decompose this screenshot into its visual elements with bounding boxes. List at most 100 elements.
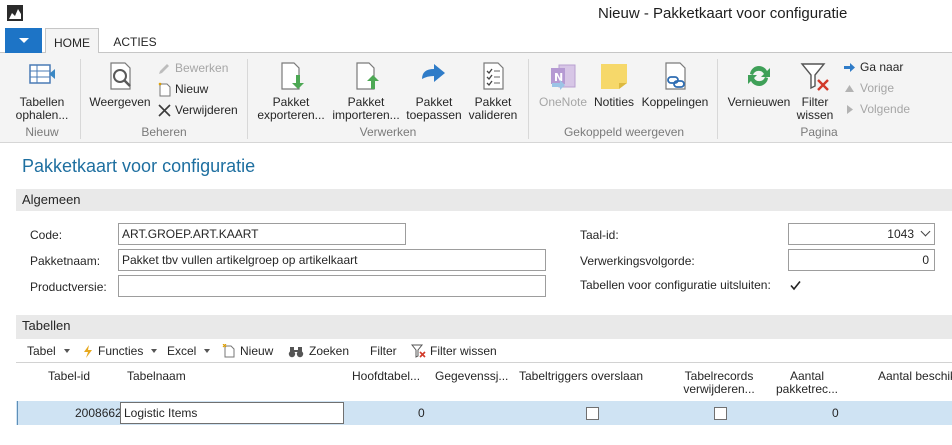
tabel-filter-wissen-label: Filter wissen <box>430 344 497 358</box>
filter-button[interactable]: Filter <box>370 344 397 358</box>
application-menu-button[interactable] <box>5 28 42 53</box>
column-header-tabeltriggers[interactable]: Tabeltriggers overslaan <box>519 370 643 383</box>
chevron-down-icon <box>920 226 931 237</box>
triangle-up-icon <box>842 81 857 96</box>
section-header-tabellen[interactable]: Tabellen <box>16 315 952 339</box>
clear-filter-icon <box>798 59 832 93</box>
refresh-icon <box>742 59 776 93</box>
tabellen-ophalen-label-2: ophalen... <box>15 108 69 122</box>
links-chain-icon <box>658 59 692 93</box>
column-header-tabelnaam[interactable]: Tabelnaam <box>127 370 186 383</box>
onenote-label: OneNote <box>538 95 588 109</box>
tabel-nieuw-label: Nieuw <box>240 344 274 358</box>
apply-arrow-icon <box>417 59 451 93</box>
filter-label: Filter <box>370 344 397 358</box>
verwerkingsvolgorde-field[interactable]: 0 <box>788 249 935 271</box>
column-header-hoofdtabel[interactable]: Hoofdtabel... <box>352 370 420 383</box>
taal-id-label: Taal-id: <box>580 228 619 242</box>
taal-id-select[interactable]: 1043 <box>788 223 935 245</box>
weergeven-button[interactable]: Weergeven <box>88 59 152 109</box>
column-header-aantal-pakketrecords[interactable]: Aantal pakketrec... <box>772 370 842 396</box>
group-label-pagina: Pagina <box>800 125 838 139</box>
clear-filter-icon <box>411 344 426 358</box>
column-header-label: verwijderen... <box>683 382 755 396</box>
cell-hoofdtabel[interactable]: 0 <box>418 406 425 420</box>
pakket-toepassen-button[interactable]: Pakket toepassen <box>404 59 464 122</box>
column-header-tabelrecords-verwijderen[interactable]: Tabelrecords verwijderen... <box>674 370 764 396</box>
section-header-algemeen[interactable]: Algemeen <box>16 189 952 211</box>
tabellen-uitsluiten-checkbox[interactable] <box>789 279 802 292</box>
bewerken-button[interactable]: Bewerken <box>157 59 228 77</box>
cell-tabel-id[interactable]: 2008662 <box>75 406 122 420</box>
column-header-tabel-id[interactable]: Tabel-id <box>48 370 90 383</box>
tabel-nieuw-button[interactable]: Nieuw <box>222 344 273 358</box>
verwijderen-button[interactable]: Verwijderen <box>157 101 238 119</box>
pakket-exporteren-button[interactable]: Pakket exporteren... <box>254 59 328 122</box>
group-label-gekoppeld-weergeven: Gekoppeld weergeven <box>563 125 685 139</box>
tabel-menu-label: Tabel <box>27 344 56 358</box>
new-document-icon <box>222 344 235 358</box>
nieuw-button[interactable]: Nieuw <box>157 80 208 98</box>
functies-menu-label: Functies <box>98 344 144 358</box>
group-separator <box>717 59 718 139</box>
code-label: Code: <box>30 228 63 242</box>
tabellen-ophalen-button[interactable]: Tabellen ophalen... <box>14 59 70 122</box>
pakket-valideren-button[interactable]: Pakket valideren <box>464 59 522 122</box>
koppelingen-button[interactable]: Koppelingen <box>638 59 712 109</box>
verwijderen-label: Verwijderen <box>175 103 238 117</box>
group-label-nieuw: Nieuw <box>25 125 59 139</box>
cell-aantal-pakketrecords[interactable]: 0 <box>832 406 839 420</box>
checkmark-icon <box>790 281 801 291</box>
pakketnaam-field[interactable]: Pakket tbv vullen artikelgroep op artike… <box>118 249 546 271</box>
vernieuwen-button[interactable]: Vernieuwen <box>724 59 794 109</box>
ribbon: Tabellen ophalen... Nieuw Weergeven Bewe… <box>0 53 952 143</box>
excel-menu-label: Excel <box>167 344 197 358</box>
vorige-button[interactable]: Vorige <box>842 79 894 97</box>
column-header-gegevenssjabloon[interactable]: Gegevenssj... <box>435 370 508 383</box>
tab-acties[interactable]: ACTIES <box>107 28 163 54</box>
get-tables-icon <box>25 59 59 93</box>
pakketnaam-label: Pakketnaam: <box>30 254 101 268</box>
verwerkingsvolgorde-label: Verwerkingsvolgorde: <box>580 254 695 268</box>
binoculars-icon <box>288 346 304 357</box>
group-label-beheren: Beheren <box>141 125 187 139</box>
export-package-icon <box>274 59 308 93</box>
view-magnifier-icon <box>103 59 137 93</box>
dynamics-nav-app-icon <box>7 5 23 21</box>
group-separator <box>247 59 248 139</box>
row-selection-indicator <box>17 401 23 425</box>
productversie-field[interactable] <box>118 275 546 297</box>
group-separator <box>80 59 81 139</box>
filter-wissen-ribbon-button[interactable]: Filter wissen <box>794 59 836 122</box>
ga-naar-button[interactable]: Ga naar <box>842 58 903 76</box>
pakket-importeren-label-2: importeren... <box>332 108 400 122</box>
tabellen-uitsluiten-label: Tabellen voor configuratie uitsluiten: <box>580 278 771 292</box>
pakket-toepassen-label-2: toepassen <box>406 108 462 122</box>
column-header-label: pakketrec... <box>775 382 839 396</box>
cell-tabelrecords-verwijderen-checkbox[interactable] <box>714 407 727 420</box>
vorige-label: Vorige <box>860 81 895 95</box>
functies-menu-button[interactable]: Functies <box>83 344 158 358</box>
excel-menu-button[interactable]: Excel <box>167 344 211 358</box>
filter-wissen-ribbon-label-2: wissen <box>796 108 834 122</box>
import-package-icon <box>349 59 383 93</box>
cell-tabeltriggers-checkbox[interactable] <box>586 407 599 420</box>
notities-button[interactable]: Notities <box>592 59 636 109</box>
pakket-valideren-label-2: valideren <box>468 108 518 122</box>
code-field[interactable]: ART.GROEP.ART.KAART <box>118 223 406 245</box>
volgende-button[interactable]: Volgende <box>842 100 910 118</box>
zoeken-button[interactable]: Zoeken <box>288 344 349 358</box>
volgende-label: Volgende <box>860 102 911 116</box>
pakket-importeren-button[interactable]: Pakket importeren... <box>330 59 402 122</box>
dropdown-arrow-icon <box>19 38 29 43</box>
tabel-menu-button[interactable]: Tabel <box>27 344 70 358</box>
column-header-aantal-beschikbaar[interactable]: Aantal beschik <box>878 370 952 383</box>
new-document-icon <box>157 82 172 97</box>
tabel-filter-wissen-button[interactable]: Filter wissen <box>411 344 497 358</box>
delete-x-icon <box>157 103 172 118</box>
tab-home[interactable]: HOME <box>45 28 99 54</box>
onenote-button[interactable]: N OneNote <box>534 59 592 109</box>
koppelingen-label: Koppelingen <box>641 95 709 109</box>
cell-tabelnaam-input[interactable]: Logistic Items <box>120 402 344 424</box>
go-to-arrow-icon <box>842 60 857 75</box>
